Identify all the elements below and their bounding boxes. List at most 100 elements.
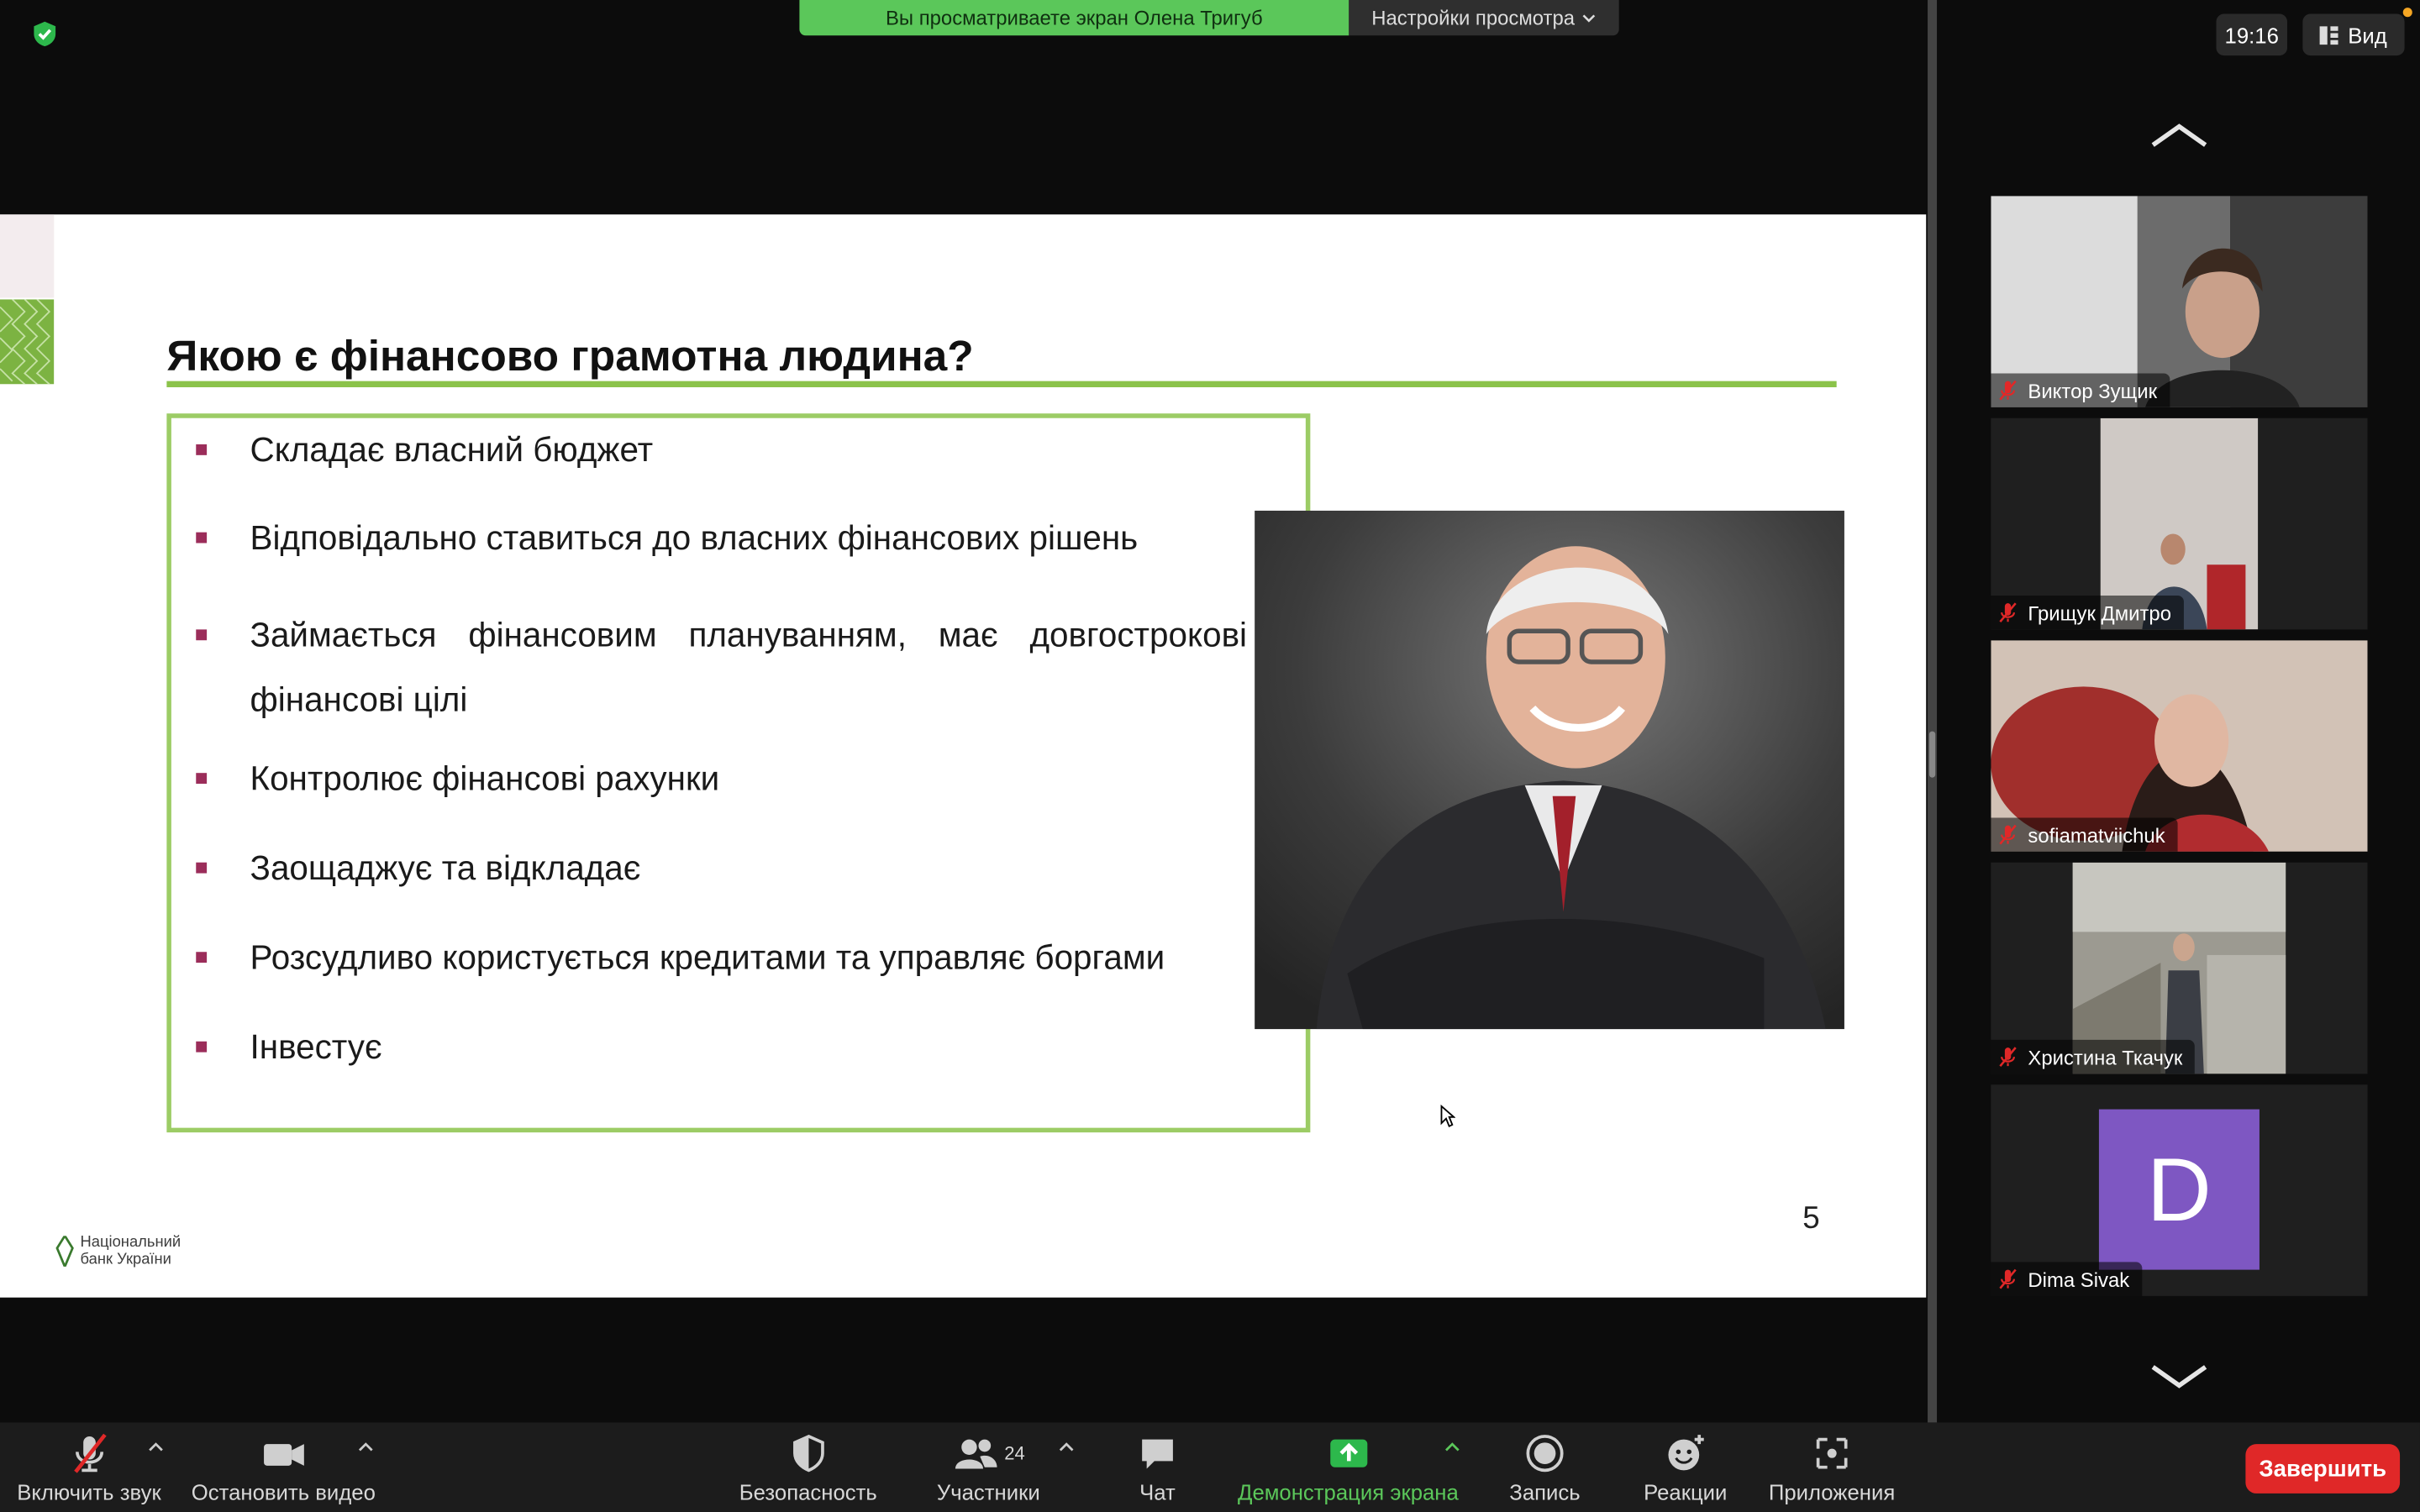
apps-grid-icon bbox=[1816, 1437, 1848, 1469]
slide-title: Якою є фінансово грамотна людина? bbox=[166, 331, 974, 380]
participant-name: Грищук Дмитро bbox=[2028, 601, 2172, 624]
participant-tile[interactable]: Грищук Дмитро bbox=[1991, 417, 2368, 630]
slide-decoration bbox=[0, 214, 55, 298]
nbu-logo-line: Національний bbox=[80, 1234, 182, 1252]
bullet-item: Контролює фінансові рахунки bbox=[196, 756, 1248, 802]
bullet-text: Інвестує bbox=[250, 1027, 382, 1067]
view-settings-dropdown[interactable]: Настройки просмотра bbox=[1349, 0, 1619, 36]
apps-label: Приложения bbox=[1768, 1479, 1896, 1504]
participants-count: 24 bbox=[1004, 1442, 1025, 1465]
share-screen-label: Демонстрация экрана bbox=[1238, 1479, 1459, 1504]
nbu-emblem-icon bbox=[55, 1236, 74, 1267]
chevron-down-icon[interactable] bbox=[2150, 1361, 2209, 1392]
meeting-toolbar: Включить звук Остановить видео Безопасно… bbox=[0, 1422, 2420, 1512]
chevron-up-icon[interactable] bbox=[358, 1441, 373, 1453]
encryption-shield-icon[interactable] bbox=[31, 20, 59, 48]
bullet-text: Складає власний бюджет bbox=[250, 430, 654, 470]
reactions-button[interactable]: Реакции bbox=[1644, 1431, 1727, 1504]
security-button[interactable]: Безопасность bbox=[739, 1431, 877, 1504]
participant-name-tag: Виктор Зущик bbox=[1991, 373, 2170, 407]
participant-name-tag: Грищук Дмитро bbox=[1991, 595, 2184, 630]
view-button-label: Вид bbox=[2348, 22, 2387, 48]
shared-slide: Якою є фінансово грамотна людина? Склада… bbox=[0, 214, 1927, 1298]
slide-page-number: 5 bbox=[1802, 1201, 1820, 1236]
chat-bubble-icon bbox=[1142, 1439, 1173, 1469]
muted-microphone-icon bbox=[73, 1433, 107, 1473]
participants-button[interactable]: 24 Участники bbox=[937, 1431, 1040, 1504]
muted-mic-icon bbox=[1999, 380, 2017, 401]
participant-name-tag: Христина Ткачук bbox=[1991, 1039, 2196, 1074]
bullet-marker bbox=[196, 444, 208, 455]
shield-icon bbox=[792, 1434, 824, 1473]
chat-label: Чат bbox=[1139, 1479, 1176, 1504]
reactions-label: Реакции bbox=[1644, 1479, 1728, 1504]
zoom-meeting-window: Вы просматриваете экран Олена Тригуб Нас… bbox=[0, 0, 2420, 1512]
share-screen-icon bbox=[1329, 1439, 1367, 1467]
bullet-marker bbox=[196, 862, 208, 874]
view-button[interactable]: Вид bbox=[2302, 13, 2405, 56]
bullet-item: Відповідально ставиться до власних фінан… bbox=[196, 515, 1248, 561]
participant-name-tag: Dima Sivak bbox=[1991, 1262, 2142, 1296]
bullet-text: Займається фінансовим плануванням, має д… bbox=[250, 615, 1248, 719]
emoji-plus-icon bbox=[1668, 1435, 1704, 1471]
unmute-button[interactable]: Включить звук bbox=[17, 1431, 161, 1504]
chevron-up-icon[interactable] bbox=[2150, 120, 2209, 151]
chevron-up-icon[interactable] bbox=[1444, 1441, 1460, 1453]
record-label: Запись bbox=[1509, 1479, 1581, 1504]
muted-mic-icon bbox=[1999, 602, 2017, 623]
apps-button[interactable]: Приложения bbox=[1769, 1431, 1895, 1504]
bullet-marker bbox=[196, 952, 208, 963]
notification-dot bbox=[2402, 8, 2412, 18]
muted-mic-icon bbox=[1999, 1047, 2017, 1067]
bullet-text: Відповідально ставиться до власних фінан… bbox=[250, 518, 1139, 558]
record-button[interactable]: Запись bbox=[1509, 1431, 1581, 1504]
unmute-label: Включить звук bbox=[17, 1479, 161, 1504]
participant-tile[interactable]: Христина Ткачук bbox=[1991, 862, 2368, 1074]
participant-tile[interactable]: sofiamatviichuk bbox=[1991, 640, 2368, 852]
stop-video-button[interactable]: Остановить видео bbox=[192, 1431, 376, 1504]
security-label: Безопасность bbox=[739, 1479, 877, 1504]
bullet-list: Складає власний бюджет Відповідально ста… bbox=[196, 428, 1248, 1071]
participant-name: Виктор Зущик bbox=[2028, 378, 2158, 402]
bullet-marker bbox=[196, 532, 208, 543]
screen-share-banner: Вы просматриваете экран Олена Тригуб bbox=[799, 0, 1349, 36]
bullet-text: Заощаджує та відкладає bbox=[250, 848, 641, 888]
bullet-marker bbox=[196, 1041, 208, 1053]
participant-name: Христина Ткачук bbox=[2028, 1045, 2183, 1068]
participants-label: Участники bbox=[936, 1479, 1040, 1504]
slide-pattern-decoration bbox=[0, 299, 55, 385]
bullet-item: Складає власний бюджет bbox=[196, 428, 1248, 474]
chat-button[interactable]: Чат bbox=[1136, 1431, 1179, 1504]
end-meeting-button[interactable]: Завершить bbox=[2245, 1444, 2401, 1494]
muted-mic-icon bbox=[1999, 1268, 2017, 1289]
nbu-logo-line: банк України bbox=[80, 1251, 171, 1268]
bullet-marker bbox=[196, 773, 208, 785]
panel-resize-handle[interactable] bbox=[1928, 731, 1936, 778]
portrait-photo bbox=[1255, 510, 1844, 1030]
video-camera-icon bbox=[263, 1444, 304, 1466]
chevron-down-icon bbox=[1583, 13, 1596, 22]
muted-mic-icon bbox=[1999, 824, 2017, 845]
bullet-item: Розсудливо користується кредитами та упр… bbox=[196, 935, 1248, 981]
meeting-clock: 19:16 bbox=[2216, 13, 2287, 56]
chevron-up-icon[interactable] bbox=[1059, 1441, 1074, 1453]
bullet-item: Інвестує bbox=[196, 1025, 1248, 1071]
participant-tile[interactable]: Виктор Зущик bbox=[1991, 196, 2368, 407]
bullet-item: Займається фінансовим плануванням, має д… bbox=[196, 603, 1248, 732]
avatar: D bbox=[2098, 1109, 2260, 1270]
participant-name: Dima Sivak bbox=[2028, 1267, 2130, 1291]
view-settings-label: Настройки просмотра bbox=[1371, 6, 1576, 29]
title-underline bbox=[166, 381, 1837, 388]
nbu-logo: Національний банк України bbox=[55, 1234, 188, 1268]
bullet-text: Контролює фінансові рахунки bbox=[250, 759, 720, 798]
panel-divider[interactable] bbox=[1928, 0, 1938, 1423]
participant-tile[interactable]: D Dima Sivak bbox=[1991, 1084, 2368, 1296]
record-icon bbox=[1526, 1435, 1564, 1473]
chevron-up-icon[interactable] bbox=[148, 1441, 163, 1453]
share-screen-button[interactable]: Демонстрация экрана bbox=[1238, 1431, 1459, 1504]
participants-icon-group: 24 bbox=[952, 1431, 1025, 1474]
layout-icon bbox=[2320, 25, 2339, 45]
participant-name: sofiamatviichuk bbox=[2028, 822, 2165, 847]
mouse-cursor-icon bbox=[1440, 1105, 1456, 1128]
bullet-item: Заощаджує та відкладає bbox=[196, 846, 1248, 892]
